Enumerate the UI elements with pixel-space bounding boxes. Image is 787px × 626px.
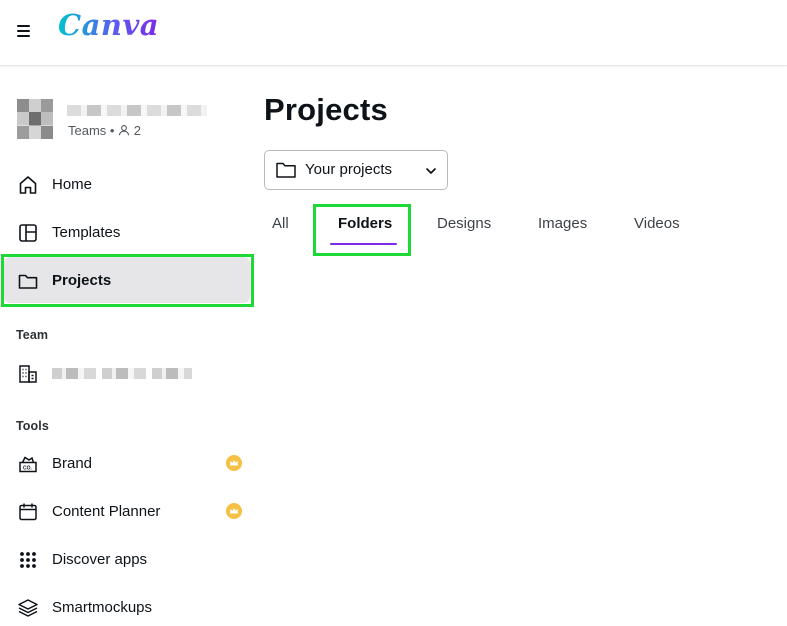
sidebar-item-label: Smartmockups: [52, 598, 153, 616]
calendar-icon: [19, 503, 37, 521]
person-icon: [119, 125, 130, 136]
folder-icon: [276, 162, 296, 178]
sidebar-item-label: Templates: [52, 223, 121, 241]
crown-icon: [226, 503, 242, 519]
tab-images[interactable]: Images: [538, 215, 587, 232]
crown-icon: [226, 455, 242, 471]
apps-grid-icon: [20, 552, 36, 568]
page-title: Projects: [264, 92, 388, 127]
sidebar-item-label: Home: [52, 175, 93, 193]
sidebar-item-label: Brand: [52, 454, 93, 472]
brand-kit-icon: CO.: [19, 456, 37, 473]
sidebar-item-discover-apps[interactable]: Discover apps: [4, 536, 250, 582]
member-count: 2: [133, 123, 141, 138]
sidebar-item-brand[interactable]: CO. Brand: [4, 440, 250, 486]
sidebar-item-label: Content Planner: [52, 502, 161, 520]
team-avatar: [17, 99, 53, 139]
sidebar-item-label: Discover apps: [52, 550, 148, 568]
svg-text:CO.: CO.: [23, 466, 33, 472]
top-header: Canva: [0, 0, 787, 66]
layers-icon: [18, 599, 38, 617]
team-name-redacted: [52, 368, 192, 379]
building-icon: [19, 365, 37, 383]
hamburger-menu-icon[interactable]: [13, 21, 35, 41]
sidebar-item-content-planner[interactable]: Content Planner: [4, 488, 250, 534]
highlight-box-folders: [313, 204, 411, 256]
chevron-down-icon: [426, 168, 436, 174]
canva-logo[interactable]: Canva: [58, 8, 159, 42]
sidebar-item-team[interactable]: [4, 352, 250, 396]
sidebar-item-templates[interactable]: Templates: [4, 209, 250, 255]
tab-designs[interactable]: Designs: [437, 215, 491, 232]
tools-section-label: Tools: [16, 419, 49, 433]
account-type-label: Teams •: [68, 123, 115, 138]
tab-videos[interactable]: Videos: [634, 215, 680, 232]
sidebar-item-home[interactable]: Home: [4, 161, 250, 207]
highlight-box-projects: [1, 254, 254, 307]
account-meta: Teams • 2: [68, 123, 141, 138]
sidebar-item-smartmockups[interactable]: Smartmockups: [4, 584, 250, 626]
home-icon: [19, 176, 37, 194]
dropdown-selected-value: Your projects: [305, 161, 392, 178]
templates-icon: [19, 224, 37, 242]
tab-all[interactable]: All: [272, 215, 289, 232]
account-switcher[interactable]: Teams • 2: [17, 99, 257, 141]
account-name-redacted: [67, 105, 207, 116]
projects-filter-dropdown[interactable]: Your projects: [264, 150, 448, 190]
team-section-label: Team: [16, 328, 49, 342]
